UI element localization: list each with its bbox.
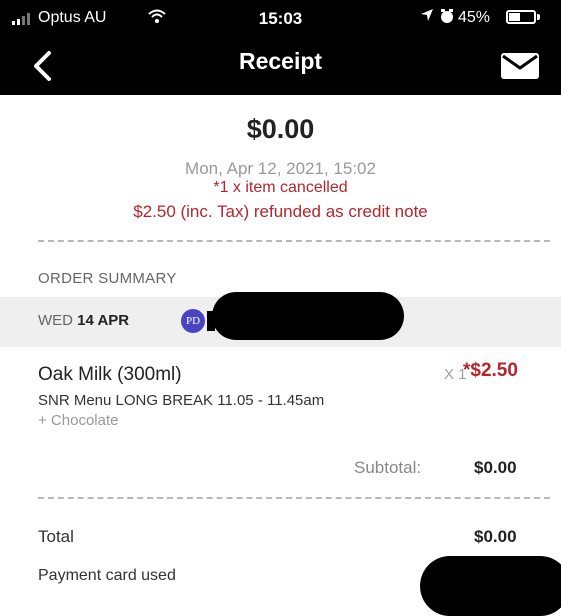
alarm-icon — [441, 9, 453, 23]
total-label: Total — [38, 527, 74, 546]
battery-tip — [537, 14, 540, 20]
refund-note: $2.50 (inc. Tax) refunded as credit note — [133, 202, 428, 221]
order-day-row: WED 14 APR PD — [0, 292, 561, 347]
mail-icon[interactable] — [500, 52, 540, 80]
order-day-date: 14 APR — [77, 312, 130, 329]
battery-icon — [506, 10, 536, 24]
order-day-text: WED 14 APR — [38, 312, 129, 329]
receipt-datetime: Mon, Apr 12, 2021, 15:02 — [185, 159, 376, 178]
page-title: Receipt — [238, 48, 323, 74]
battery-level — [509, 13, 520, 21]
header-bar: Optus AU 15:03 45% Receipt — [0, 0, 561, 95]
redaction-mark — [420, 556, 561, 616]
location-icon — [421, 9, 433, 21]
battery-percent: 45% — [458, 9, 491, 26]
item-menu: SNR Menu LONG BREAK 11.05 - 11.45am — [38, 392, 325, 409]
dashed-divider — [38, 497, 550, 499]
subtotal-value: $0.00 — [474, 458, 517, 477]
payment-card-label: Payment card used — [38, 567, 176, 584]
item-name: Oak Milk (300ml) — [38, 364, 182, 385]
item-modifier: + Chocolate — [38, 412, 119, 429]
order-summary-label: ORDER SUMMARY — [38, 270, 177, 287]
receipt-amount: $0.00 — [246, 114, 315, 144]
redaction-mark — [212, 292, 404, 340]
pd-badge: PD — [181, 309, 205, 333]
item-price: *$2.50 — [463, 360, 518, 381]
total-value: $0.00 — [474, 527, 517, 546]
subtotal-label: Subtotal: — [354, 458, 422, 477]
cancelled-note: *1 x item cancelled — [213, 179, 348, 196]
order-day-prefix: WED — [38, 312, 73, 329]
status-bar: Optus AU 15:03 45% — [0, 0, 561, 36]
dashed-divider — [38, 240, 550, 242]
